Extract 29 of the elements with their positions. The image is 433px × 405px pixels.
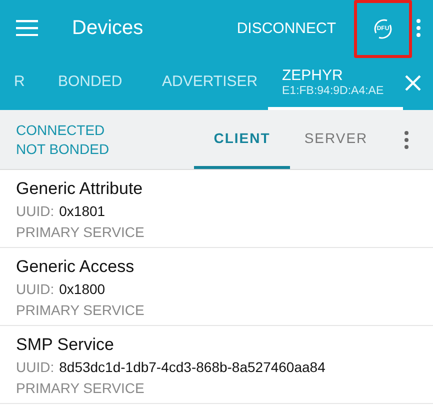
app-title: Devices: [72, 16, 144, 40]
uuid-label: UUID:: [16, 358, 54, 377]
menu-button[interactable]: [16, 20, 38, 36]
uuid-value: 0x1801: [59, 202, 106, 221]
view-tab[interactable]: CLIENT: [194, 110, 290, 169]
service-item[interactable]: Generic Attribute UUID: 0x1801 PRIMARY SERVICE: [0, 170, 433, 248]
more-options-icon[interactable]: [416, 19, 421, 37]
service-item[interactable]: Generic Access UUID: 0x1800 PRIMARY SERVICE: [0, 248, 433, 326]
bond-status: NOT BONDED: [16, 140, 110, 158]
device-tab[interactable]: ADVERTISER: [148, 56, 268, 110]
view-tab[interactable]: SERVER: [290, 110, 382, 169]
device-tab[interactable]: BONDED: [44, 56, 148, 110]
service-name: Generic Attribute: [16, 178, 144, 200]
menu-icon: [16, 20, 38, 36]
service-name: SMP Service: [16, 334, 115, 356]
uuid-label: UUID:: [16, 202, 54, 221]
close-icon: [405, 75, 421, 91]
service-item[interactable]: SMP Service UUID: 8d53dc1d-1db7-4cd3-868b-8a527460aa84 PRIMARY SERVICE: [0, 326, 433, 404]
device-tab[interactable]: R: [0, 56, 44, 110]
service-type: PRIMARY SERVICE: [16, 301, 146, 320]
service-type: PRIMARY SERVICE: [16, 379, 146, 398]
connection-status: CONNECTED: [16, 120, 106, 140]
uuid-value: 0x1800: [59, 280, 106, 299]
disconnect-button[interactable]: DISCONNECT: [236, 20, 336, 36]
service-name: Generic Access: [16, 256, 136, 278]
uuid-label: UUID:: [16, 280, 54, 299]
more-options-icon[interactable]: [404, 130, 409, 148]
service-type: PRIMARY SERVICE: [16, 223, 146, 242]
uuid-value: 8d53dc1d-1db7-4cd3-868b-8a527460aa84: [59, 358, 326, 377]
